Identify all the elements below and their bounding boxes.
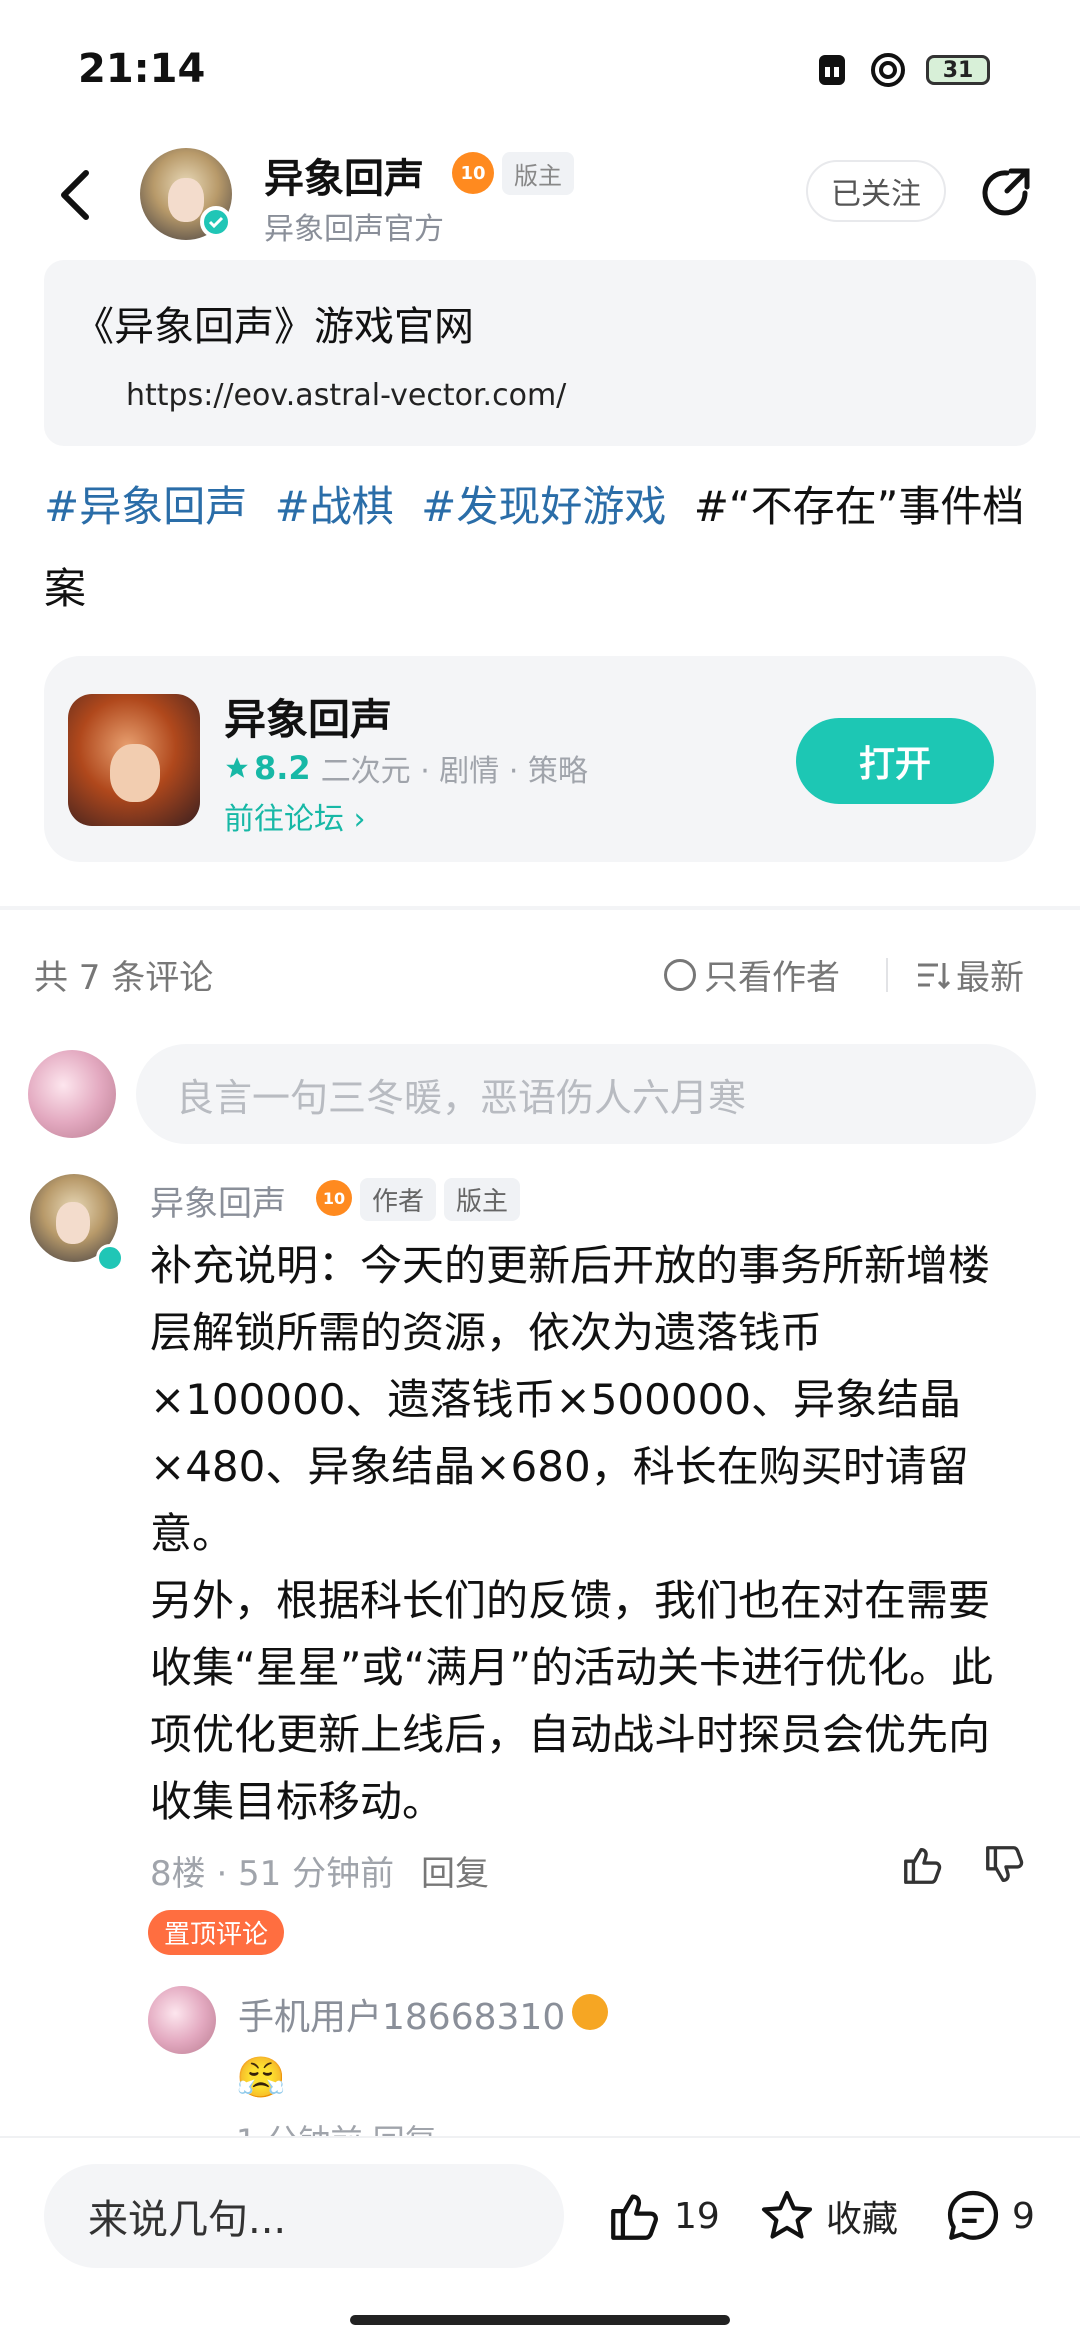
chevron-right-icon: › [353,802,366,837]
comment-author-name[interactable]: 异象回声 [150,1176,286,1225]
home-indicator[interactable] [350,2315,730,2325]
section-divider [0,906,1080,910]
star-icon [761,2190,813,2239]
status-icons: 31 [814,52,990,88]
collect-label: 收藏 [826,2199,899,2240]
comment-count-bottom: 9 [1012,2195,1035,2237]
comment-count: 共 7 条评论 [34,958,214,998]
open-game-button[interactable]: 打开 [796,718,994,804]
tag-yixianghuisheng[interactable]: #异象回声 [44,482,247,531]
collect-action[interactable]: 收藏 [758,2176,898,2256]
sort-icon [918,962,950,989]
author-only-label: 只看作者 [704,958,840,998]
star-icon [226,757,248,778]
share-icon [982,168,1030,216]
forum-link-label: 前往论坛 [224,802,344,837]
level-badge [572,1994,608,2030]
comments-bar: 共 7 条评论 只看作者 最新 [0,940,1080,1010]
comment-floor-time: 8楼 · 51 分钟前 [150,1854,395,1894]
like-action[interactable]: 19 [606,2176,720,2256]
bottom-comment-input[interactable]: 来说几句... [44,2164,564,2268]
game-genres: 二次元 · 剧情 · 策略 [320,754,588,789]
author-name[interactable]: 异象回声 [264,146,424,204]
like-count: 19 [674,2195,720,2237]
level-badge: 10 [452,152,494,194]
topic-tags: #异象回声 #战棋 #发现好游戏 #“不存在”事件档案 [44,466,1044,630]
like-button[interactable] [900,1842,952,1894]
reply-button[interactable]: 回复 [421,1854,489,1894]
reply-author-name[interactable]: 手机用户18668310 [238,1988,565,2040]
bottom-action-bar: 来说几句... 19 收藏 9 [0,2136,1080,2339]
comment-body: 补充说明：今天的更新后开放的事务所新增楼层解锁所需的资源，依次为遗落钱币×100… [150,1241,994,1826]
verified-icon [200,206,232,238]
bar-separator [886,958,888,992]
game-card[interactable]: 异象回声 8.2 二次元 · 剧情 · 策略 前往论坛 › 打开 [44,656,1036,862]
sort-label: 最新 [956,958,1024,998]
rating-value: 8.2 [254,749,311,787]
pinned-comment-badge: 置顶评论 [148,1910,285,1955]
my-avatar [28,1050,116,1138]
status-time: 21:14 [78,46,206,92]
thumbs-down-icon [986,1846,1024,1883]
verified-icon [96,1244,124,1272]
reply-avatar[interactable] [148,1986,216,2054]
reply-button[interactable]: 回复 [373,2122,437,2136]
battery-icon: 31 [926,55,990,85]
reply-emoji: 😤 [236,2055,286,2101]
author-only-toggle[interactable]: 只看作者 [664,950,840,999]
thumbs-up-icon [611,2194,658,2240]
moderator-tag: 版主 [502,152,574,195]
dislike-button[interactable] [982,1842,1034,1894]
game-icon [68,694,200,826]
reply-time: 1 分钟前 [236,2122,363,2136]
sim-icon [814,52,850,88]
comment-input[interactable]: 良言一句三冬暖，恶语伤人六月寒 [136,1044,1036,1144]
follow-button[interactable]: 已关注 [806,160,946,222]
game-name: 异象回声 [224,695,393,744]
link-title: 《异象回声》游戏官网 [74,304,474,350]
back-button[interactable] [44,160,104,230]
share-button[interactable] [976,162,1036,222]
level-badge: 10 [316,1180,352,1216]
tag-zhanqi[interactable]: #战棋 [275,482,394,531]
comment-bubble-icon [947,2190,999,2240]
tag-faxianhaoyouxi[interactable]: #发现好游戏 [421,482,666,531]
moderator-tag: 版主 [444,1178,521,1221]
radio-icon [664,958,696,991]
forum-link[interactable]: 前往论坛 › [224,794,366,838]
comment-meta: 8楼 · 51 分钟前 回复 [150,1846,489,1895]
reply-meta: 1 分钟前 回复 [236,2116,437,2136]
wifi-icon [870,52,906,88]
post-header: 异象回声 10 版主 异象回声官方 已关注 [0,140,1080,250]
status-bar: 21:14 31 [0,0,1080,140]
author-tag: 作者 [360,1178,437,1221]
website-link-card[interactable]: 《异象回声》游戏官网 https://eov.astral-vector.com… [44,260,1036,446]
game-meta: 8.2 二次元 · 剧情 · 策略 [224,746,588,790]
author-subtitle: 异象回声官方 [264,212,444,247]
comment-action[interactable]: 9 [944,2176,1035,2256]
sort-button[interactable]: 最新 [916,950,1024,999]
game-rating: 8.2 [224,749,311,787]
chevron-left-icon [61,170,89,220]
link-url[interactable]: https://eov.astral-vector.com/ [126,378,566,413]
thumbs-up-icon [904,1847,942,1884]
